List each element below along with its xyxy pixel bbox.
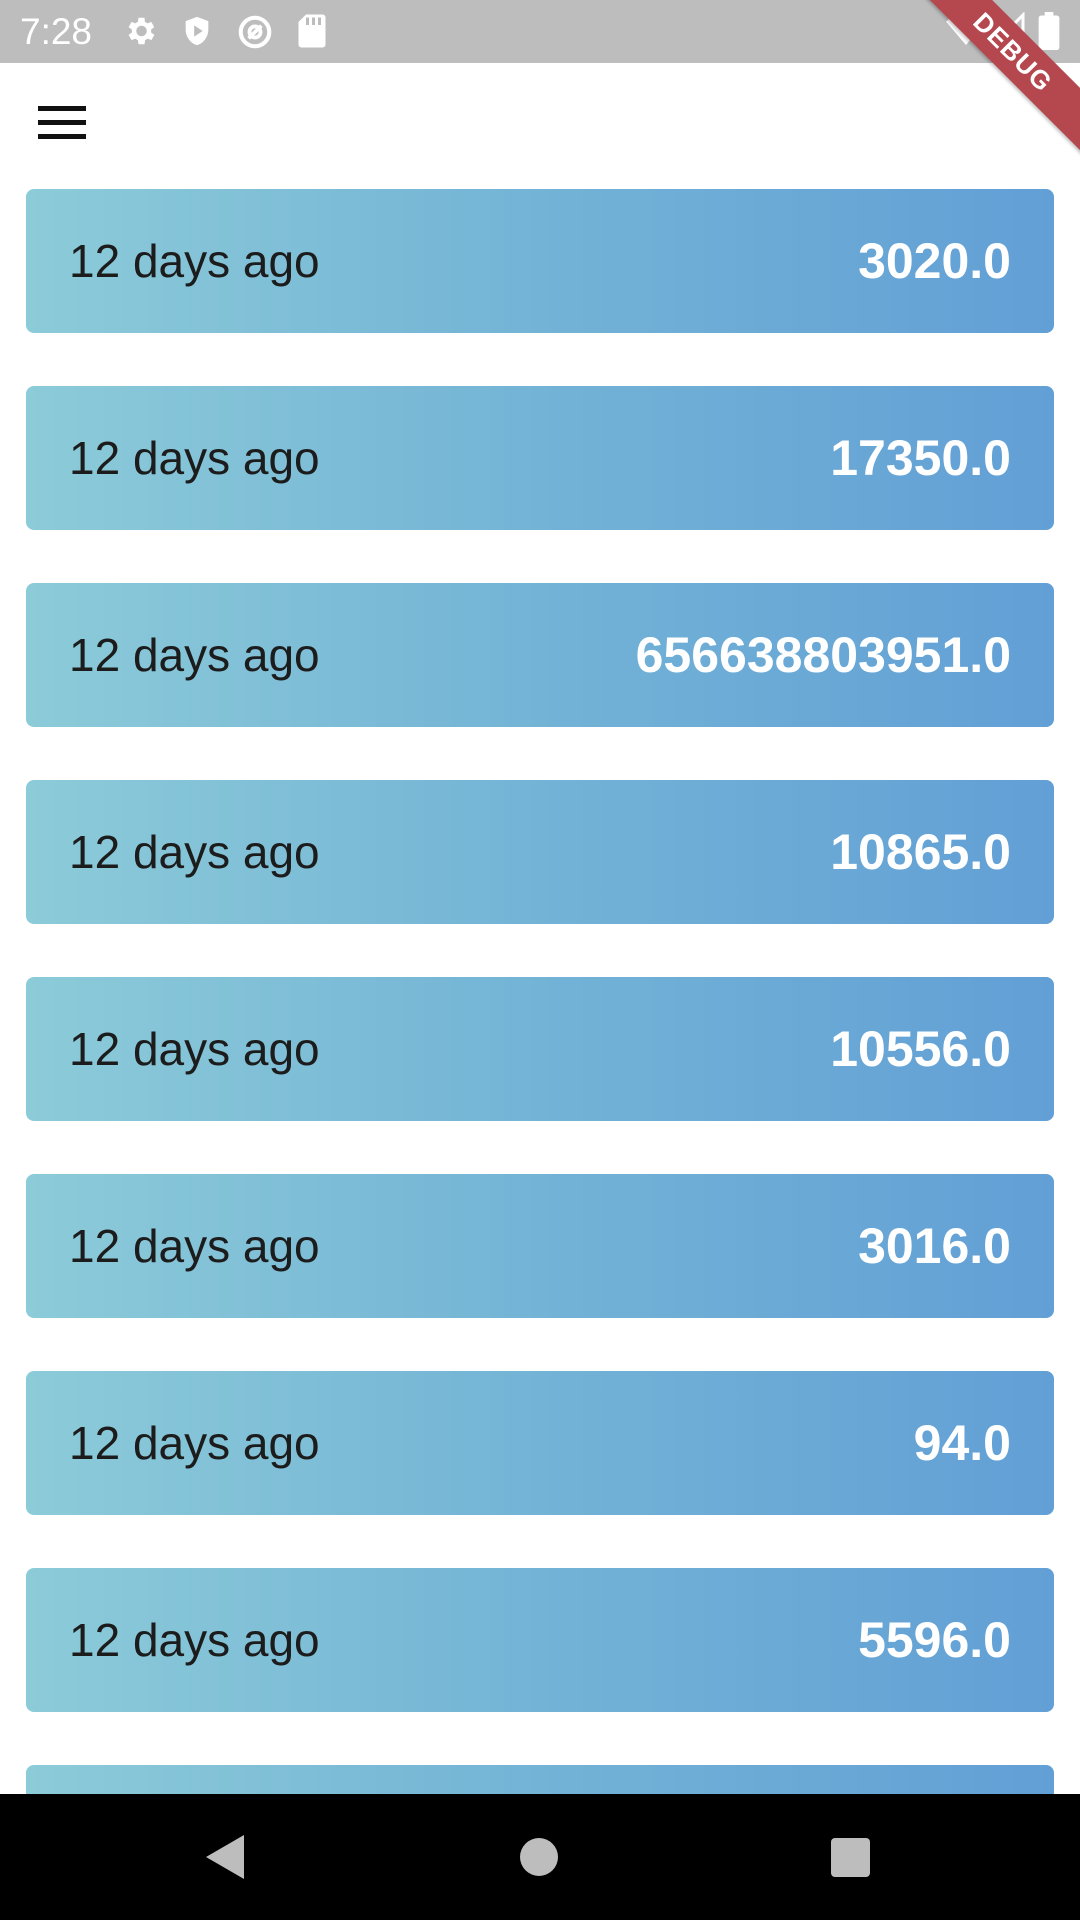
transaction-card[interactable]: 12 days ago 656638803951.0 bbox=[26, 583, 1054, 727]
transaction-date: 12 days ago bbox=[69, 432, 320, 484]
menu-icon bbox=[38, 106, 86, 139]
home-icon[interactable] bbox=[520, 1838, 558, 1876]
sd-card-icon bbox=[296, 13, 328, 54]
at-sign-icon bbox=[236, 13, 274, 56]
recents-icon[interactable] bbox=[831, 1838, 870, 1877]
transaction-date: 12 days ago bbox=[69, 826, 320, 878]
navigation-bar bbox=[0, 1794, 1080, 1920]
app-screen: 7:28 DEBUG 12 days ago 3020.0 12 days ag… bbox=[0, 0, 1080, 1920]
transaction-amount: 17350.0 bbox=[830, 430, 1011, 486]
transaction-card[interactable]: 12 days ago 5596.0 bbox=[26, 1568, 1054, 1712]
transaction-card[interactable]: 12 days ago 3020.0 bbox=[26, 189, 1054, 333]
transaction-card[interactable]: 12 days ago 10556.0 bbox=[26, 977, 1054, 1121]
transaction-amount: 656638803951.0 bbox=[635, 627, 1011, 683]
transaction-card[interactable]: 12 days ago 94.0 bbox=[26, 1371, 1054, 1515]
transaction-date: 12 days ago bbox=[69, 1023, 320, 1075]
status-bar: 7:28 bbox=[0, 0, 1080, 63]
transaction-date: 12 days ago bbox=[69, 1614, 320, 1666]
transaction-amount: 3020.0 bbox=[858, 233, 1011, 289]
status-time: 7:28 bbox=[20, 11, 93, 52]
transaction-amount: 94.0 bbox=[913, 1415, 1011, 1471]
transaction-card[interactable]: 12 days ago 10865.0 bbox=[26, 780, 1054, 924]
transaction-card[interactable] bbox=[26, 1765, 1054, 1794]
transaction-date: 12 days ago bbox=[69, 1220, 320, 1272]
transaction-card[interactable]: 12 days ago 3016.0 bbox=[26, 1174, 1054, 1318]
transaction-amount: 3016.0 bbox=[858, 1218, 1011, 1274]
transaction-date: 12 days ago bbox=[69, 629, 320, 681]
shield-icon bbox=[180, 13, 214, 54]
settings-icon bbox=[122, 13, 158, 54]
transaction-amount: 10865.0 bbox=[830, 824, 1011, 880]
transaction-date: 12 days ago bbox=[69, 1417, 320, 1469]
transaction-card[interactable]: 12 days ago 17350.0 bbox=[26, 386, 1054, 530]
transaction-date: 12 days ago bbox=[69, 235, 320, 287]
app-bar bbox=[0, 63, 1080, 189]
transaction-amount: 5596.0 bbox=[858, 1612, 1011, 1668]
menu-button[interactable] bbox=[24, 90, 104, 162]
transaction-list[interactable]: 12 days ago 3020.0 12 days ago 17350.0 1… bbox=[0, 189, 1080, 1794]
back-icon[interactable] bbox=[204, 1833, 246, 1886]
transaction-amount: 10556.0 bbox=[830, 1021, 1011, 1077]
